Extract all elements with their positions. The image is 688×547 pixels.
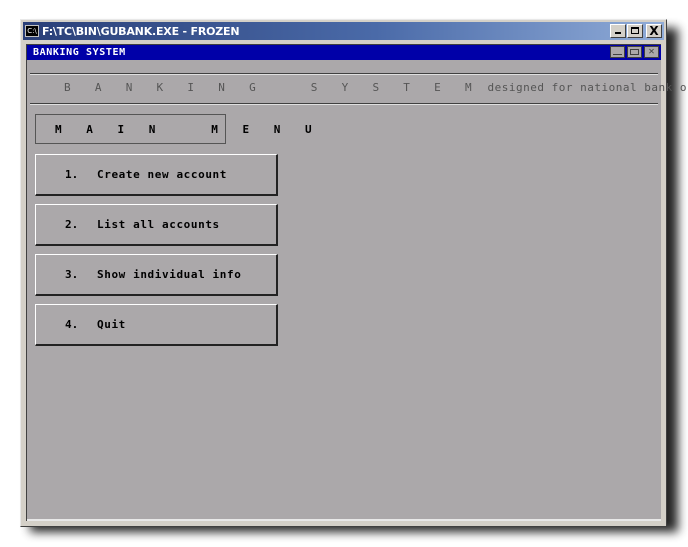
console-window: C:\ F:\TC\BIN\GUBANK.EXE - FROZEN X BANK… [20, 19, 688, 527]
close-icon: ✕ [648, 46, 655, 57]
list-accounts-button[interactable]: 2. List all accounts [35, 204, 278, 246]
dos-window-controls: ✕ [610, 46, 659, 58]
maximize-button[interactable] [627, 24, 643, 38]
banner: B A N K I N G S Y S T E M designed for n… [64, 81, 688, 94]
dos-window-titlebar[interactable]: BANKING SYSTEM ✕ [27, 45, 661, 60]
menu-item-number: 4. [65, 318, 79, 331]
dos-close-button[interactable]: ✕ [644, 46, 659, 58]
banner-subtitle: designed for national bank of pakistan [487, 81, 688, 94]
console-icon[interactable]: C:\ [25, 25, 39, 37]
maximize-icon [631, 27, 639, 34]
minimize-icon [613, 54, 622, 55]
menu-item-number: 2. [65, 218, 79, 231]
menu-item-number: 1. [65, 168, 79, 181]
minimize-button[interactable] [610, 24, 626, 38]
main-menu-heading-box: M A I N M E N U [35, 114, 312, 144]
window-titlebar[interactable]: C:\ F:\TC\BIN\GUBANK.EXE - FROZEN X [23, 22, 664, 40]
menu-item-label: List all accounts [97, 218, 220, 231]
dos-maximize-button[interactable] [627, 46, 642, 58]
close-button[interactable]: X [646, 24, 662, 38]
screen-bottom-edge [27, 519, 661, 521]
dos-window-title: BANKING SYSTEM [33, 47, 126, 58]
minimize-icon [615, 32, 621, 34]
show-individual-info-button[interactable]: 3. Show individual info [35, 254, 278, 296]
banner-divider-top [30, 73, 658, 75]
banner-divider-bottom [30, 103, 658, 105]
create-account-button[interactable]: 1. Create new account [35, 154, 278, 196]
close-icon: X [649, 24, 659, 38]
window-title: F:\TC\BIN\GUBANK.EXE - FROZEN [42, 24, 240, 38]
banner-title: B A N K I N G S Y S T E M [64, 81, 481, 94]
menu-item-label: Create new account [97, 168, 228, 181]
menu-item-label: Show individual info [97, 268, 242, 281]
maximize-icon [630, 49, 639, 55]
window-controls: X [609, 24, 662, 38]
quit-button[interactable]: 4. Quit [35, 304, 278, 346]
menu-item-label: Quit [97, 318, 126, 331]
dos-minimize-button[interactable] [610, 46, 625, 58]
main-menu-heading: M A I N M E N U [55, 122, 321, 136]
dos-screen: BANKING SYSTEM ✕ B A N K I N G S Y S T E… [26, 44, 688, 521]
menu-item-number: 3. [65, 268, 79, 281]
